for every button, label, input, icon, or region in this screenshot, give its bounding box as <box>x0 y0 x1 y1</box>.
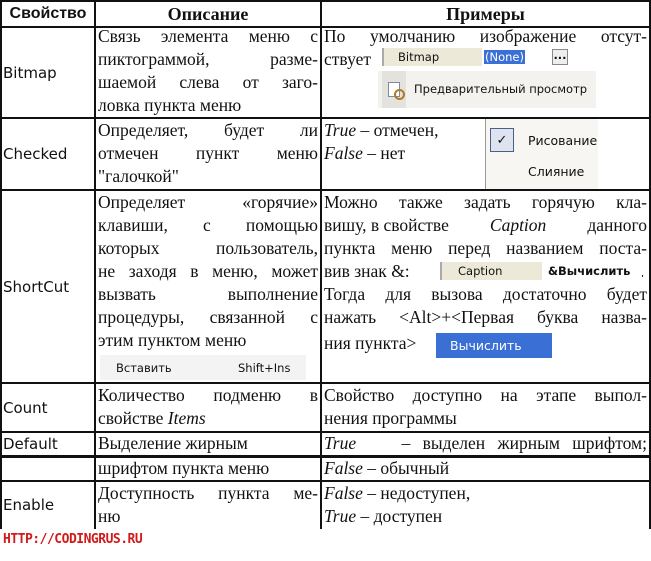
value-false: False <box>324 483 363 503</box>
description-default: Выделение жирным шрифтом пункта меню <box>98 432 318 480</box>
text-line: клавиши, с помощью <box>98 215 318 235</box>
description-bitmap: Связь элемента меню с пиктограммой, разм… <box>98 25 318 117</box>
text-line: шрифтом пункта меню <box>98 458 270 478</box>
text-line: Тогда для вызова достаточно будет <box>324 284 647 304</box>
grid-label: Caption <box>458 264 503 278</box>
text: – нет <box>362 143 406 163</box>
property-enable: Enable <box>3 496 55 514</box>
text: данного <box>587 215 647 235</box>
menu-item-checked[interactable]: Рисование <box>528 133 597 148</box>
menu-item-label: Предварительный просмотр <box>414 82 588 96</box>
property-count: Count <box>3 398 48 417</box>
property-grid-caption: Caption &Вычислить <box>440 262 642 280</box>
text: вишу, в свойстве <box>324 215 449 235</box>
text-line: Доступность пункта ме- <box>98 483 318 503</box>
menu-item-preview[interactable]: Предварительный просмотр <box>378 71 596 108</box>
text-line: Можно также задать горячую кла- <box>324 192 647 212</box>
header-property: Свойство <box>9 5 87 22</box>
print-preview-icon <box>382 71 406 108</box>
text-line: Определяет «горячие» <box>98 192 318 212</box>
value-false: False <box>324 458 363 478</box>
menu-item-shortcut: Shift+Ins <box>238 361 291 375</box>
text-line: ню <box>98 506 121 526</box>
value-true: True <box>324 120 357 140</box>
ellipsis-button[interactable]: ... <box>552 49 568 65</box>
text-line: не заходя в меню, может <box>98 261 318 281</box>
watermark: HTTP://CODINGRUS.RU <box>3 532 143 547</box>
divider <box>0 0 2 529</box>
text-line: которых пользователь, <box>98 238 318 258</box>
text-line: процедуры, связанной с <box>98 307 318 327</box>
property-shortcut: ShortCut <box>3 277 70 296</box>
caption-word: Caption <box>489 215 547 235</box>
calculate-menu-button[interactable]: Вычислить <box>436 333 552 358</box>
menu-item-label: Вставить <box>116 361 172 375</box>
text-line: этим пунктом меню <box>98 330 247 350</box>
text-line: По умолчанию изображение отсут- <box>324 26 647 46</box>
divider <box>94 0 96 529</box>
property-default: Default <box>3 435 58 453</box>
text: свойстве <box>98 408 168 428</box>
text-line: пиктограммой, разме- <box>98 49 318 69</box>
text-line: Свойство доступно на этапе выпол- <box>324 385 647 405</box>
property-bitmap: Bitmap <box>3 63 57 82</box>
text: – доступен <box>356 506 443 526</box>
header-description: Описание <box>167 4 249 24</box>
text-line: Количество подменю в <box>98 385 318 405</box>
example-enable: False – недоступен, True – доступен <box>324 482 647 528</box>
grid-label: Bitmap <box>398 50 440 64</box>
text-line: ловка пункта меню <box>98 95 242 115</box>
text-line: Определяет, будет ли <box>98 120 318 140</box>
description-enable: Доступность пункта ме- ню <box>98 482 318 528</box>
text-line: вызвать выполнение <box>98 284 318 304</box>
text-line: шаемой слева от заго- <box>98 72 318 92</box>
checked-menu: ✓ Рисование Слияние <box>485 119 598 189</box>
value-false: False <box>324 143 363 163</box>
items-word: Items <box>167 408 206 428</box>
property-checked: Checked <box>3 145 68 163</box>
description-checked: Определяет, будет ли отмечен пункт меню … <box>98 119 318 188</box>
description-shortcut: Определяет «горячие» клавиши, с помощью … <box>98 191 318 352</box>
divider <box>320 0 322 529</box>
text-line: Выделение жирным <box>98 433 248 453</box>
menu-item-paste[interactable]: Вставить Shift+Ins <box>100 355 306 380</box>
text-line: отмечен пункт меню <box>98 143 318 163</box>
text-line: пункта меню перед названием поста- <box>324 238 647 258</box>
example-count: Свойство доступно на этапе выпол- нения … <box>324 384 647 430</box>
header-examples: Примеры <box>446 4 525 24</box>
button-label: Вычислить <box>450 338 522 353</box>
text-line: нажать <Alt>+<Первая буква назва- <box>324 307 647 327</box>
check-icon: ✓ <box>490 128 514 152</box>
property-grid-bitmap: Bitmap (None) ... <box>382 48 570 66</box>
description-count: Количество подменю в свойстве Items <box>98 384 318 430</box>
text-line: нения программы <box>324 408 457 428</box>
value-true: True <box>324 506 357 526</box>
grid-value[interactable]: &Вычислить <box>548 264 630 278</box>
text: – недоступен, <box>362 483 471 503</box>
text: вив знак &: <box>324 261 410 281</box>
text-line: Связь элемента меню с <box>98 26 318 46</box>
text: – отмечен, <box>356 120 439 140</box>
example-checked: True – отмечен, False – нет <box>324 119 484 165</box>
grid-value[interactable]: (None) <box>484 50 525 64</box>
text: – обычный <box>362 458 450 478</box>
value-true: True <box>324 433 357 453</box>
text-line: "галочкой" <box>98 166 179 186</box>
text: – выделен жирным шрифтом; <box>401 433 647 453</box>
menu-item[interactable]: Слияние <box>528 164 584 179</box>
property-table-page: Свойство Описание Примеры Bitmap Связь э… <box>0 0 651 561</box>
example-default: True – выделен жирным шрифтом; False – о… <box>324 432 647 480</box>
